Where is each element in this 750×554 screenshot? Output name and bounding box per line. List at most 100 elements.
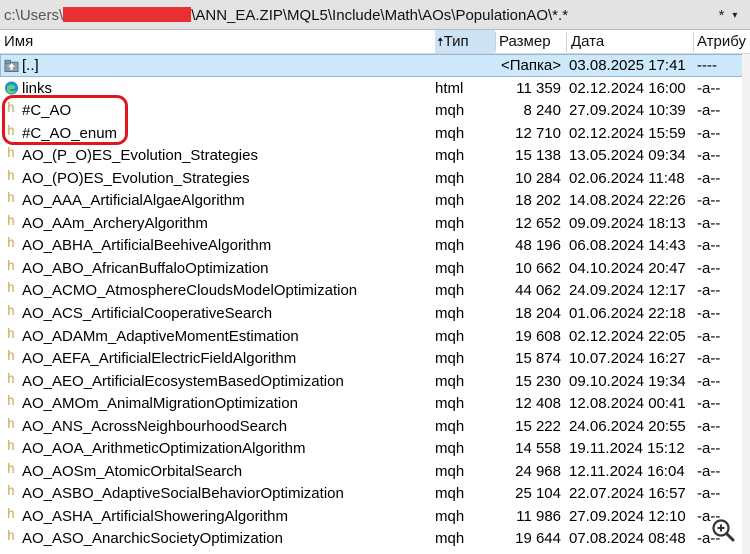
- header-file-icon: h: [7, 484, 15, 500]
- file-size: 15 230: [515, 372, 561, 390]
- file-row[interactable]: h AO_AEFA_ArtificialElectricFieldAlgorith…: [0, 347, 750, 370]
- file-attributes: -a--: [697, 102, 721, 120]
- vertical-scrollbar[interactable]: [742, 54, 750, 554]
- file-row[interactable]: h AO_ASHA_ArtificialShoweringAlgorithm mqh…: [0, 505, 750, 528]
- file-size: 25 104: [515, 485, 561, 503]
- zoom-in-icon[interactable]: [706, 513, 740, 547]
- file-name: AO_AOA_ArithmeticOptimizationAlgorithm: [22, 440, 306, 458]
- path-bar[interactable]: c:\Users\ \ANN_EA.ZIP\MQL5\Include\Math\A…: [0, 0, 750, 30]
- file-size: 48 196: [515, 237, 561, 255]
- file-row[interactable]: h AO_ANS_AcrossNeighbourhoodSearch mqh 15 2…: [0, 415, 750, 438]
- column-header-type[interactable]: 🠅Тип: [435, 30, 495, 53]
- file-row[interactable]: h AO_ASO_AnarchicSocietyOptimization mqh 19…: [0, 527, 750, 550]
- header-file-icon: h: [7, 191, 15, 207]
- file-date: 03.08.2025 17:41: [569, 57, 686, 74]
- file-date: 02.06.2024 11:48: [569, 169, 685, 187]
- file-row[interactable]: h AO_AMOm_AnimalMigrationOptimization mqh 1…: [0, 392, 750, 415]
- file-row[interactable]: h #C_AO mqh 8 240 27.09.2024 10:39 -a--: [0, 99, 750, 122]
- file-row[interactable]: h AO_ABHA_ArtificialBeehiveAlgorithm mqh 48…: [0, 234, 750, 257]
- file-attributes: -a--: [697, 147, 721, 165]
- file-row[interactable]: h AO_AAm_ArcheryAlgorithm mqh 12 652 09.09.2…: [0, 212, 750, 235]
- file-type: mqh: [435, 192, 465, 210]
- file-size: 18 204: [515, 305, 561, 323]
- column-separator[interactable]: [693, 32, 694, 52]
- file-row[interactable]: h AO_AEO_ArtificialEcosystemBasedOptimiza…: [0, 370, 750, 393]
- up-folder-icon: [4, 59, 19, 73]
- asterisk-filter-icon: *: [718, 6, 725, 24]
- file-type: mqh: [435, 169, 465, 187]
- file-row[interactable]: h AO_(P_O)ES_Evolution_Strategies mqh 15 13…: [0, 144, 750, 167]
- file-size: 15 874: [515, 350, 561, 368]
- file-list[interactable]: [..] <Папка> 03.08.2025 17:41 ---- links…: [0, 54, 750, 550]
- edge-html-icon: [4, 80, 19, 95]
- column-header-attributes[interactable]: Атрибу: [697, 33, 746, 50]
- file-row[interactable]: h AO_ACS_ArtificialCooperativeSearch mqh 18…: [0, 302, 750, 325]
- file-row[interactable]: links html 11 359 02.12.2024 16:00 -a--: [0, 77, 750, 100]
- path-value: \ANN_EA.ZIP\MQL5\Include\Math\AOs\Popula…: [191, 7, 569, 24]
- chevron-down-icon: ▾: [732, 9, 738, 21]
- column-header-row: Имя 🠅Тип Размер Дата Атрибу: [0, 30, 750, 54]
- file-type: mqh: [435, 124, 465, 142]
- sort-ascending-icon: 🠅: [437, 35, 444, 49]
- file-type: html: [435, 79, 464, 97]
- file-row[interactable]: h #C_AO_enum mqh 12 710 02.12.2024 15:59 -a--: [0, 122, 750, 145]
- header-file-icon: h: [7, 349, 15, 365]
- header-file-icon: h: [7, 168, 15, 184]
- file-size: 10 662: [515, 259, 561, 277]
- file-name: AO_(P_O)ES_Evolution_Strategies: [22, 147, 258, 165]
- file-type: mqh: [435, 214, 465, 232]
- file-attributes: -a--: [697, 169, 721, 187]
- file-attributes: -a--: [697, 192, 721, 210]
- file-name: AO_ABHA_ArtificialBeehiveAlgorithm: [22, 237, 272, 255]
- file-row[interactable]: h AO_AOA_ArithmeticOptimizationAlgorithm m…: [0, 437, 750, 460]
- file-name: AO_ABO_AfricanBuffaloOptimization: [22, 259, 269, 277]
- file-date: 22.07.2024 16:57: [569, 485, 686, 503]
- column-separator[interactable]: [566, 32, 567, 52]
- file-type: mqh: [435, 282, 465, 300]
- filter-dropdown-button[interactable]: * ▾: [706, 4, 750, 26]
- file-row[interactable]: h AO_ASBO_AdaptiveSocialBehaviorOptimizat…: [0, 482, 750, 505]
- parent-directory-row[interactable]: [..] <Папка> 03.08.2025 17:41 ----: [0, 54, 750, 77]
- file-row[interactable]: h AO_AAA_ArtificialAlgaeAlgorithm mqh 18 20…: [0, 189, 750, 212]
- file-type: mqh: [435, 372, 465, 390]
- header-file-icon: h: [7, 461, 15, 477]
- file-attributes: -a--: [697, 440, 721, 458]
- file-date: 14.08.2024 22:26: [569, 192, 686, 210]
- file-date: 09.10.2024 19:34: [569, 372, 686, 390]
- file-size: 14 558: [515, 440, 561, 458]
- file-row[interactable]: h AO_ADAMm_AdaptiveMomentEstimation mqh 19 …: [0, 325, 750, 348]
- file-type: mqh: [435, 417, 465, 435]
- current-path[interactable]: c:\Users\ \ANN_EA.ZIP\MQL5\Include\Math\A…: [4, 7, 568, 24]
- file-date: 12.08.2024 00:41: [569, 395, 686, 413]
- header-file-icon: h: [7, 529, 15, 545]
- file-attributes: -a--: [697, 372, 721, 390]
- file-row[interactable]: h AO_ABO_AfricanBuffaloOptimization mqh 10 …: [0, 257, 750, 280]
- file-row[interactable]: h AO_(PO)ES_Evolution_Strategies mqh 10 284…: [0, 167, 750, 190]
- file-date: 09.09.2024 18:13: [569, 214, 686, 232]
- file-row[interactable]: h AO_AOSm_AtomicOrbitalSearch mqh 24 968 12.…: [0, 460, 750, 483]
- file-name: AO_AEFA_ArtificialElectricFieldAlgorithm: [22, 350, 297, 368]
- file-size: 12 652: [515, 214, 561, 232]
- file-date: 24.09.2024 12:17: [569, 282, 686, 300]
- file-type: mqh: [435, 305, 465, 323]
- file-type: mqh: [435, 237, 465, 255]
- file-row[interactable]: h AO_ACMO_AtmosphereCloudsModelOptimizati…: [0, 279, 750, 302]
- file-date: 12.11.2024 16:04: [569, 462, 685, 480]
- column-separator[interactable]: [495, 32, 496, 52]
- column-header-size[interactable]: Размер: [499, 33, 551, 50]
- file-name: AO_ANS_AcrossNeighbourhoodSearch: [22, 417, 288, 435]
- file-type: mqh: [435, 102, 465, 120]
- file-name: AO_ASO_AnarchicSocietyOptimization: [22, 530, 283, 548]
- column-header-date[interactable]: Дата: [571, 33, 604, 50]
- file-size: 15 138: [515, 147, 561, 165]
- file-attributes: -a--: [697, 79, 721, 97]
- header-file-icon: h: [7, 439, 15, 455]
- file-type: mqh: [435, 507, 465, 525]
- column-header-name[interactable]: Имя: [4, 33, 33, 50]
- file-name: AO_AOSm_AtomicOrbitalSearch: [22, 462, 243, 480]
- file-size: 19 644: [515, 530, 561, 548]
- file-type: mqh: [435, 259, 465, 277]
- file-attributes: -a--: [697, 350, 721, 368]
- header-file-icon: h: [7, 394, 15, 410]
- file-attributes: ----: [697, 57, 717, 74]
